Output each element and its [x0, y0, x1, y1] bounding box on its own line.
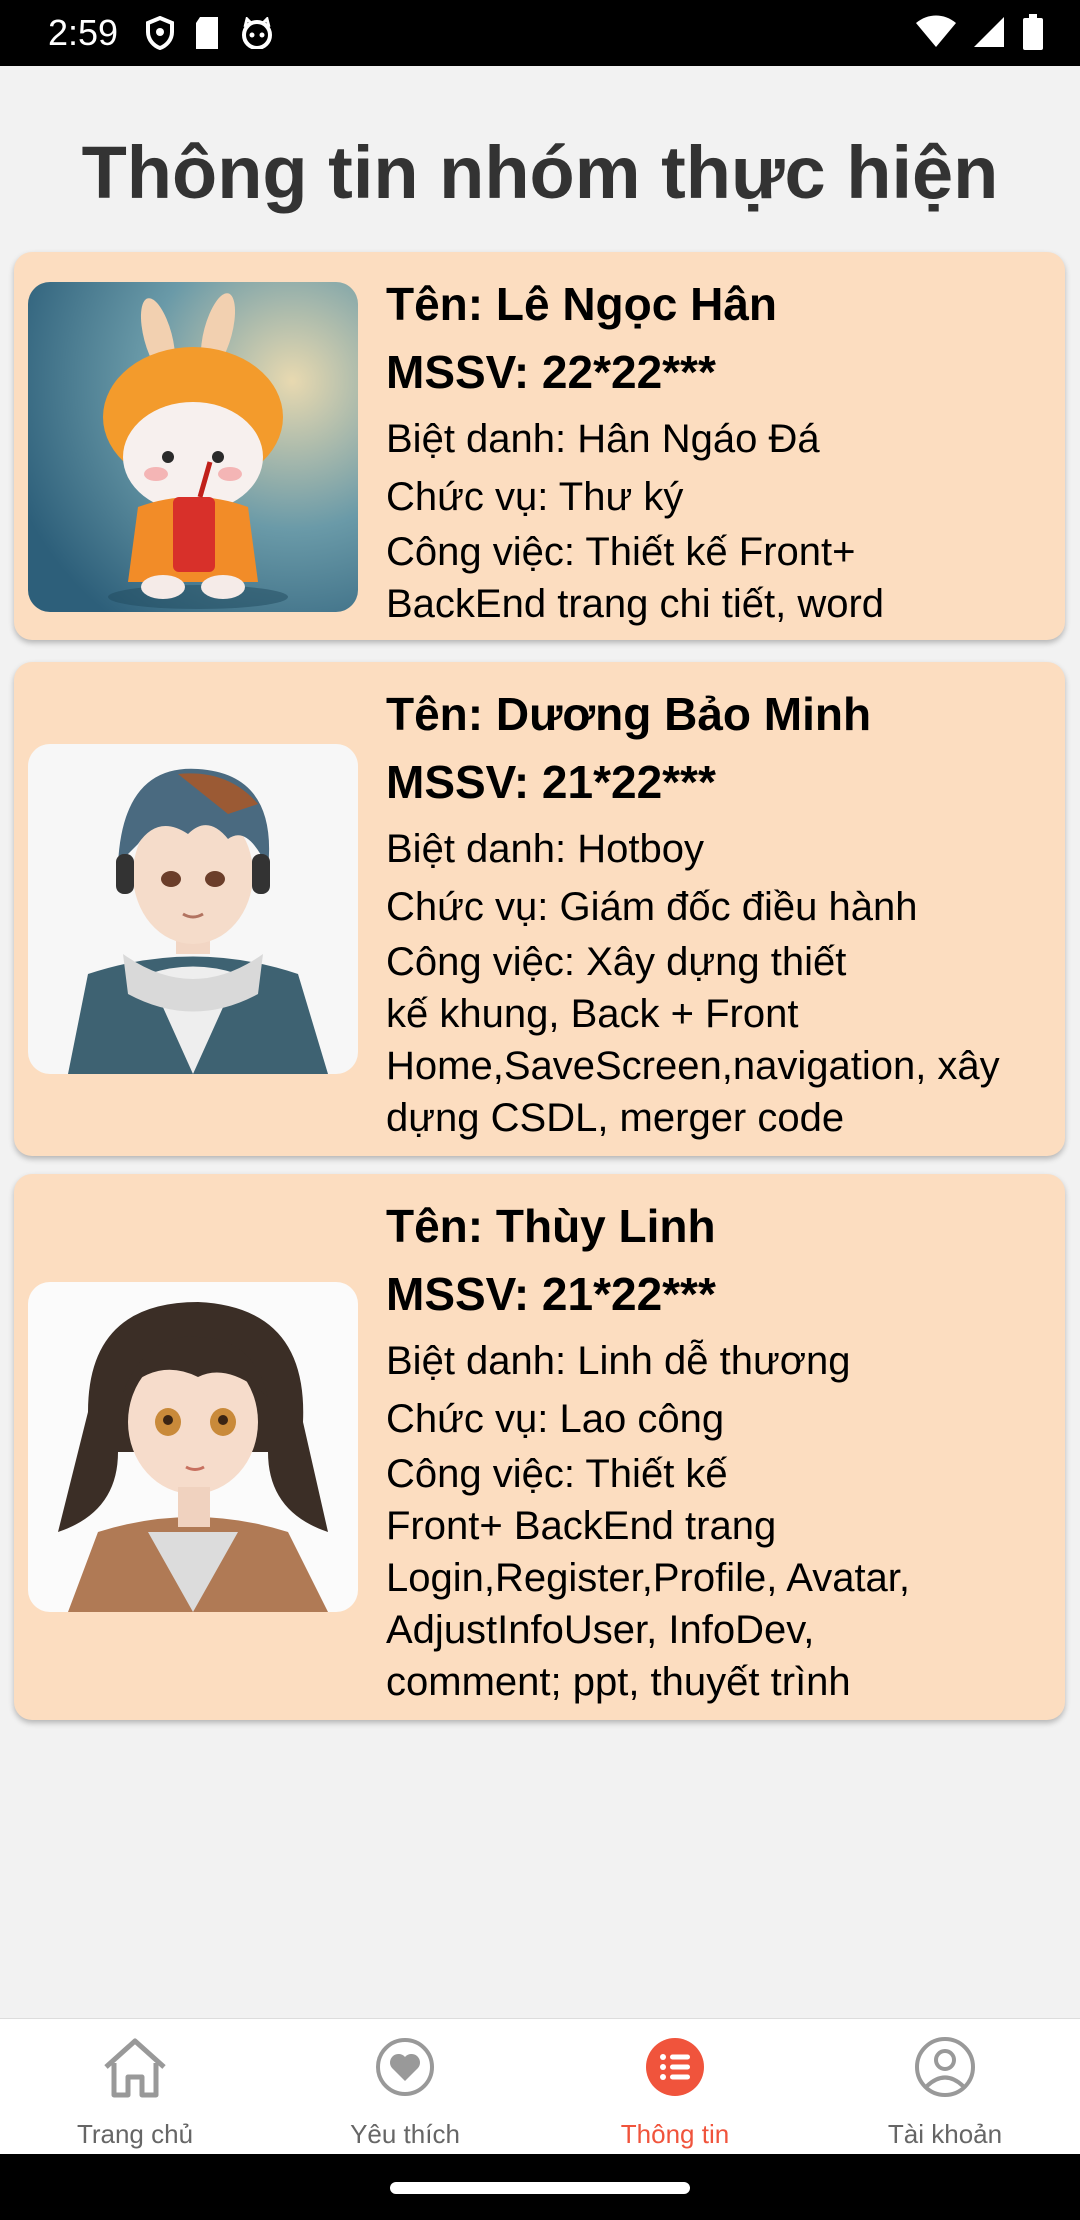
signal-icon — [974, 17, 1004, 47]
nav-label: Tài khoản — [887, 2119, 1003, 2149]
sd-card-icon — [196, 17, 219, 49]
member-nickname: Biệt danh: Hân Ngáo Đá — [386, 417, 820, 461]
boy-avatar-image — [28, 744, 358, 1074]
list-icon — [646, 2038, 704, 2096]
member-work-line: Home,SaveScreen,navigation, xây — [386, 1044, 1000, 1088]
avatar — [28, 1282, 358, 1612]
nav-item-info[interactable]: Thông tin — [540, 2019, 810, 2155]
member-name: Tên: Thùy Linh — [386, 1200, 716, 1252]
member-work-line: comment; ppt, thuyết trình — [386, 1660, 851, 1704]
member-card: Tên: Lê Ngọc Hân MSSV: 22*22*** Biệt dan… — [14, 252, 1065, 640]
member-work-line: Công việc: Thiết kế — [386, 1452, 728, 1496]
member-role: Chức vụ: Lao công — [386, 1397, 725, 1441]
account-icon — [915, 2037, 975, 2097]
nav-label: Yêu thích — [350, 2119, 460, 2149]
home-indicator[interactable] — [390, 2182, 690, 2194]
home-icon — [104, 2038, 166, 2098]
bunny-avatar-image — [28, 282, 358, 612]
status-bar: 2:59 — [0, 0, 1080, 66]
avatar — [28, 744, 358, 1074]
member-work-line: kế khung, Back + Front — [386, 992, 799, 1036]
member-work-line: Front+ BackEnd trang — [386, 1504, 777, 1548]
nav-item-favorites[interactable]: Yêu thích — [270, 2019, 540, 2155]
member-nickname: Biệt danh: Linh dễ thương — [386, 1339, 851, 1383]
gesture-bar — [0, 2154, 1080, 2220]
member-work-line: BackEnd trang chi tiết, word — [386, 582, 885, 626]
member-card: Tên: Dương Bảo Minh MSSV: 21*22*** Biệt … — [14, 662, 1065, 1156]
battery-icon — [1023, 14, 1043, 50]
member-mssv: MSSV: 21*22*** — [386, 1268, 716, 1320]
shield-icon — [146, 16, 175, 50]
member-name: Tên: Lê Ngọc Hân — [386, 278, 778, 330]
bottom-navigation: Trang chủ Yêu thích Thông tin Tài khoản — [0, 2018, 1080, 2155]
nav-label: Trang chủ — [76, 2119, 194, 2149]
member-card: Tên: Thùy Linh MSSV: 21*22*** Biệt danh:… — [14, 1174, 1065, 1720]
member-work-line: Công việc: Thiết kế Front+ — [386, 530, 856, 574]
member-work-line: Công việc: Xây dựng thiết — [386, 940, 847, 984]
member-name: Tên: Dương Bảo Minh — [386, 688, 872, 740]
member-work-line: Login,Register,Profile, Avatar, — [386, 1556, 911, 1600]
status-time: 2:59 — [48, 12, 119, 53]
member-work-line: AdjustInfoUser, InfoDev, — [386, 1608, 815, 1652]
girl-avatar-image — [28, 1282, 358, 1612]
member-mssv: MSSV: 21*22*** — [386, 756, 716, 808]
nav-item-account[interactable]: Tài khoản — [810, 2019, 1080, 2155]
heart-icon — [376, 2038, 434, 2096]
member-nickname: Biệt danh: Hotboy — [386, 827, 704, 871]
wifi-icon — [916, 15, 956, 47]
page-title: Thông tin nhóm thực hiện — [81, 131, 999, 214]
cat-icon — [242, 17, 273, 49]
avatar — [28, 282, 358, 612]
member-work-line: dựng CSDL, merger code — [386, 1096, 845, 1140]
member-mssv: MSSV: 22*22*** — [386, 346, 716, 398]
nav-item-home[interactable]: Trang chủ — [0, 2019, 270, 2155]
member-role: Chức vụ: Giám đốc điều hành — [386, 885, 918, 929]
nav-label: Thông tin — [620, 2119, 730, 2149]
member-role: Chức vụ: Thư ký — [386, 475, 684, 519]
